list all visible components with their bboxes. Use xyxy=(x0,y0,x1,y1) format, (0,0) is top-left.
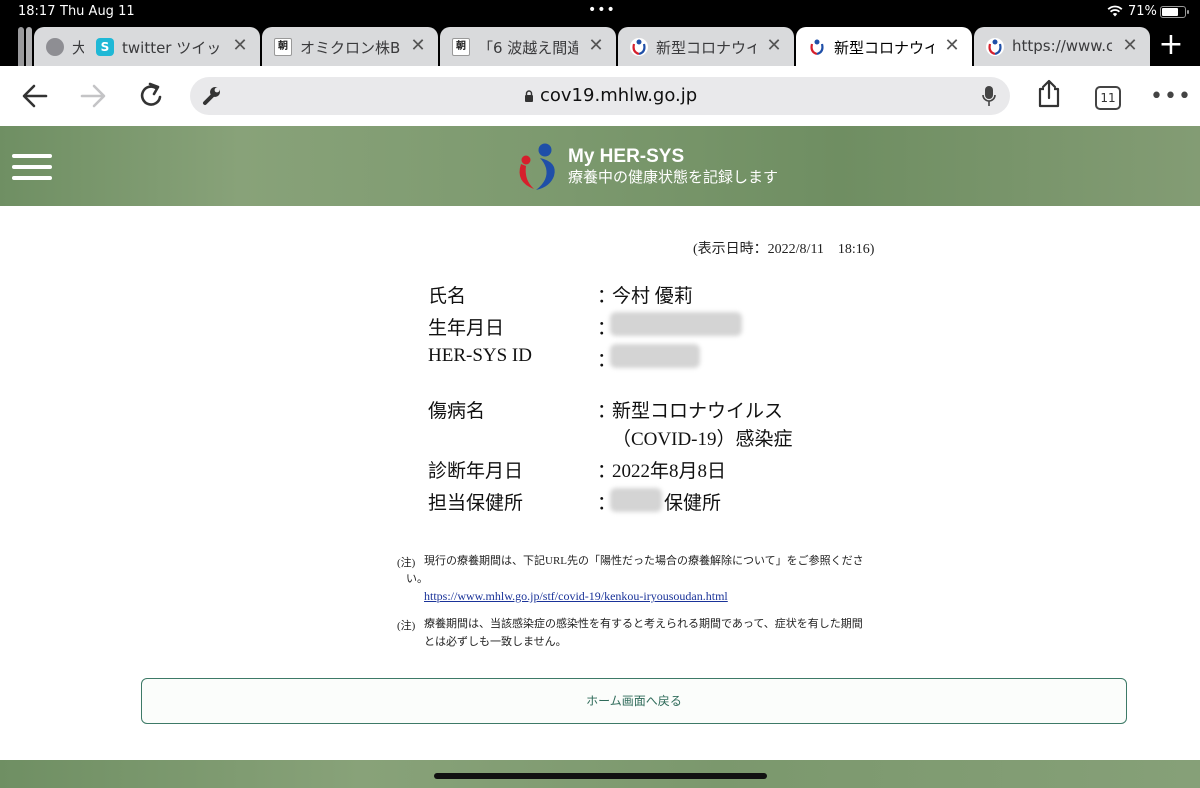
site-subtitle: 療養中の健康状態を記録します xyxy=(568,168,779,186)
site-title: My HER-SYS xyxy=(568,146,685,167)
hamburger-menu-icon[interactable] xyxy=(12,154,52,180)
tab-count-button[interactable]: 11 xyxy=(1095,86,1121,110)
note-2-line-2: とは必ずしも一致しません。 xyxy=(424,636,567,648)
redacted-hersys-id xyxy=(610,344,700,368)
new-tab-plus-icon[interactable]: + xyxy=(1156,30,1186,60)
browser-toolbar: cov19.mhlw.go.jp 11 ••• xyxy=(0,66,1200,126)
tab-close-icon[interactable]: ✕ xyxy=(942,36,962,56)
screen: 18:17 Thu Aug 11 ••• 71% 大 S twitter ツイッ… xyxy=(0,0,1200,788)
asahi-icon: 朝 xyxy=(274,38,292,56)
wrench-icon[interactable] xyxy=(198,83,224,109)
health-center-value: 保健所 xyxy=(664,493,722,514)
tab-close-icon[interactable]: ✕ xyxy=(586,36,606,56)
name-label: 氏名 xyxy=(428,286,467,307)
wifi-icon xyxy=(1107,5,1123,17)
tab-title: 「6 波越え間違い xyxy=(478,39,578,57)
lock-icon xyxy=(525,90,533,102)
disease-value: 新型コロナウイルス xyxy=(612,401,784,422)
site-header: My HER-SYS 療養中の健康状態を記録します xyxy=(0,126,1200,206)
note-2-line-1: 療養期間は、当該感染症の感染性を有すると考えられる期間であって、症状を有した期間 xyxy=(424,618,863,630)
tab-title: 新型コロナウイル xyxy=(656,39,756,57)
stacked-tab-edge xyxy=(18,27,24,66)
reload-icon[interactable] xyxy=(136,81,166,111)
mhlw-icon xyxy=(630,38,648,56)
diagnosis-date-label: 診断年月日 xyxy=(428,461,524,482)
back-to-home-button[interactable]: ホーム画面へ戻る xyxy=(141,678,1127,724)
mhlw-logo-icon xyxy=(519,143,555,190)
note-1-line-2: い。 xyxy=(406,573,428,585)
share-icon[interactable] xyxy=(1034,79,1064,109)
hersys-id-label: HER-SYS ID xyxy=(428,345,532,366)
battery-fill xyxy=(1162,8,1178,16)
tab-close-icon[interactable]: ✕ xyxy=(230,36,250,56)
url-text: cov19.mhlw.go.jp xyxy=(540,85,698,106)
display-time: (表示日時：2022/8/11 18:16) xyxy=(693,242,875,257)
tab-3[interactable]: 朝 「6 波越え間違い ✕ xyxy=(440,27,616,66)
tab-6[interactable]: https://www.co ✕ xyxy=(974,27,1150,66)
multitasking-dots-icon[interactable]: ••• xyxy=(588,2,616,18)
health-center-label: 担当保健所 xyxy=(428,493,524,514)
redacted-birthdate xyxy=(610,312,742,336)
note-mark: (注) xyxy=(397,557,416,569)
battery-percent: 71% xyxy=(1128,4,1157,19)
mhlw-link[interactable]: https://www.mhlw.go.jp/stf/covid-19/kenk… xyxy=(424,589,728,604)
tab-close-icon[interactable]: ✕ xyxy=(408,36,428,56)
tab-5-active[interactable]: 新型コロナウイル ✕ xyxy=(796,27,972,66)
forward-arrow-icon[interactable] xyxy=(78,81,108,111)
tab-title: オミクロン株BA xyxy=(300,39,400,57)
tab-close-icon[interactable]: ✕ xyxy=(764,36,784,56)
asahi-icon: 朝 xyxy=(452,38,470,56)
home-indicator[interactable] xyxy=(434,773,767,779)
tab-title: twitter ツイッタ xyxy=(122,39,222,57)
address-bar[interactable]: cov19.mhlw.go.jp xyxy=(190,77,1010,115)
tab-close-icon[interactable]: ✕ xyxy=(1120,36,1140,56)
globe-icon xyxy=(46,38,64,56)
note-1-line-1: 現行の療養期間は、下記URL先の「陽性だった場合の療養解除について」をご参照くだ… xyxy=(424,555,864,567)
status-bar: 18:17 Thu Aug 11 ••• 71% xyxy=(0,0,1200,24)
disease-label: 傷病名 xyxy=(428,401,486,422)
s-icon: S xyxy=(96,38,114,56)
disease-value-line2: （COVID-19）感染症 xyxy=(612,429,793,450)
battery-icon xyxy=(1160,6,1189,18)
tab-4[interactable]: 新型コロナウイル ✕ xyxy=(618,27,794,66)
tab-2[interactable]: 朝 オミクロン株BA ✕ xyxy=(262,27,438,66)
tab-title: https://www.co xyxy=(1012,37,1112,55)
status-time: 18:17 xyxy=(18,4,56,19)
microphone-icon[interactable] xyxy=(982,85,996,107)
status-date: Thu Aug 11 xyxy=(60,4,135,19)
mhlw-icon xyxy=(808,38,826,56)
name-value: 今村 優莉 xyxy=(612,286,693,307)
birthdate-label: 生年月日 xyxy=(428,318,505,339)
diagnosis-date-value: 2022年8月8日 xyxy=(612,461,727,482)
back-arrow-icon[interactable] xyxy=(20,81,50,111)
tab-title: 新型コロナウイル xyxy=(834,39,934,57)
tab-1[interactable]: S twitter ツイッタ ✕ xyxy=(84,27,260,66)
tab-strip: 大 S twitter ツイッタ ✕ 朝 オミクロン株BA ✕ 朝 「6 波越え… xyxy=(0,24,1200,66)
mhlw-icon xyxy=(986,38,1004,56)
stacked-tab-edge xyxy=(26,27,32,66)
note-mark: (注) xyxy=(397,620,416,632)
redacted-health-center xyxy=(610,488,662,512)
more-options-icon[interactable]: ••• xyxy=(1150,84,1192,109)
